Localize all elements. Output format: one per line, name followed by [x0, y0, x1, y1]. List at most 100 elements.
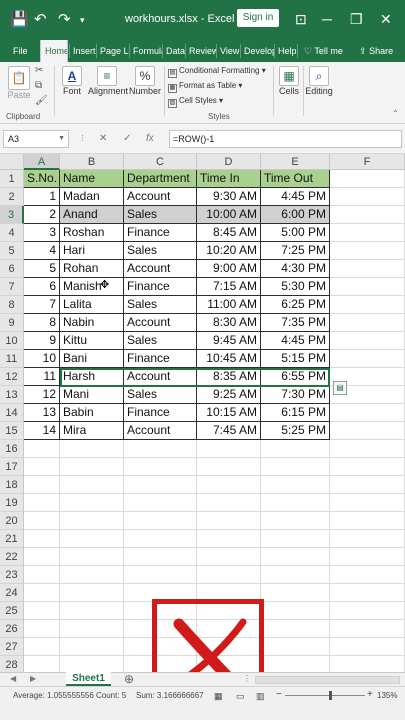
- row-header-9[interactable]: 9: [0, 314, 24, 332]
- cell-a28[interactable]: [24, 656, 60, 672]
- redo-icon[interactable]: ↷: [58, 12, 71, 28]
- cell-d21[interactable]: [197, 530, 261, 548]
- row-header-5[interactable]: 5: [0, 242, 24, 260]
- row-header-28[interactable]: 28: [0, 656, 24, 672]
- cell-b20[interactable]: [60, 512, 124, 530]
- cut-icon[interactable]: ✂: [35, 65, 43, 76]
- column-header-b[interactable]: B: [60, 154, 124, 170]
- row-header-16[interactable]: 16: [0, 440, 24, 458]
- cell-e24[interactable]: [261, 584, 330, 602]
- row-header-21[interactable]: 21: [0, 530, 24, 548]
- cell-c4[interactable]: Finance: [124, 224, 197, 242]
- cell-d13[interactable]: 9:25 AM: [197, 386, 261, 404]
- tell-me-search[interactable]: ♡ Tell me: [300, 40, 346, 62]
- cell-styles-button[interactable]: ▨ Cell Styles ▾: [168, 96, 223, 108]
- cell-f5[interactable]: [330, 242, 405, 260]
- cell-a17[interactable]: [24, 458, 60, 476]
- row-header-27[interactable]: 27: [0, 638, 24, 656]
- row-header-8[interactable]: 8: [0, 296, 24, 314]
- cell-e14[interactable]: 6:15 PM: [261, 404, 330, 422]
- cell-a13[interactable]: 12: [24, 386, 60, 404]
- cell-f14[interactable]: [330, 404, 405, 422]
- cell-f2[interactable]: [330, 188, 405, 206]
- cell-e5[interactable]: 7:25 PM: [261, 242, 330, 260]
- cell-a8[interactable]: 7: [24, 296, 60, 314]
- cell-a14[interactable]: 13: [24, 404, 60, 422]
- cell-c1[interactable]: Department: [124, 170, 197, 188]
- cell-f22[interactable]: [330, 548, 405, 566]
- cell-b18[interactable]: [60, 476, 124, 494]
- cell-a25[interactable]: [24, 602, 60, 620]
- cell-d4[interactable]: 8:45 AM: [197, 224, 261, 242]
- cell-e25[interactable]: [261, 602, 330, 620]
- cell-d8[interactable]: 11:00 AM: [197, 296, 261, 314]
- cell-b22[interactable]: [60, 548, 124, 566]
- zoom-level[interactable]: 135%: [377, 691, 397, 700]
- cell-d10[interactable]: 9:45 AM: [197, 332, 261, 350]
- column-header-a[interactable]: A: [24, 154, 60, 170]
- cell-c13[interactable]: Sales: [124, 386, 197, 404]
- cancel-icon[interactable]: ✕: [99, 133, 107, 145]
- cell-b28[interactable]: [60, 656, 124, 672]
- zoom-out-icon[interactable]: −: [276, 689, 282, 700]
- quick-analysis-icon[interactable]: ▤: [333, 381, 347, 395]
- cell-e19[interactable]: [261, 494, 330, 512]
- cell-a7[interactable]: 6: [24, 278, 60, 296]
- page-break-view-icon[interactable]: ▥: [256, 691, 265, 702]
- minimize-icon[interactable]: ─: [322, 11, 332, 27]
- cell-b16[interactable]: [60, 440, 124, 458]
- row-header-18[interactable]: 18: [0, 476, 24, 494]
- column-header-f[interactable]: F: [330, 154, 405, 170]
- row-header-24[interactable]: 24: [0, 584, 24, 602]
- insert-function-icon[interactable]: fx: [146, 133, 154, 145]
- cell-f24[interactable]: [330, 584, 405, 602]
- cell-a16[interactable]: [24, 440, 60, 458]
- cell-b4[interactable]: Roshan: [60, 224, 124, 242]
- tab-developer[interactable]: Develop: [240, 40, 274, 62]
- name-box[interactable]: A3 ▼: [3, 130, 69, 148]
- cell-b10[interactable]: Kittu: [60, 332, 124, 350]
- cell-a15[interactable]: 14: [24, 422, 60, 440]
- cell-c2[interactable]: Account: [124, 188, 197, 206]
- cell-a22[interactable]: [24, 548, 60, 566]
- cell-d22[interactable]: [197, 548, 261, 566]
- collapse-ribbon-icon[interactable]: ⌃: [392, 109, 399, 118]
- zoom-in-icon[interactable]: +: [367, 689, 373, 700]
- tab-page-layout[interactable]: Page La: [96, 40, 129, 62]
- cell-a19[interactable]: [24, 494, 60, 512]
- row-header-10[interactable]: 10: [0, 332, 24, 350]
- cell-d18[interactable]: [197, 476, 261, 494]
- cell-a21[interactable]: [24, 530, 60, 548]
- cell-d3[interactable]: 10:00 AM: [197, 206, 261, 224]
- cell-f7[interactable]: [330, 278, 405, 296]
- cell-c20[interactable]: [124, 512, 197, 530]
- number-button[interactable]: % Number: [129, 66, 161, 96]
- worksheet-grid[interactable]: ABCDEF 1 2 3 4 5 6 7 8 9 10 11 12 13 14 15 16 17 18 19 20 21…: [0, 154, 405, 672]
- cell-c21[interactable]: [124, 530, 197, 548]
- cell-c10[interactable]: Sales: [124, 332, 197, 350]
- cell-f17[interactable]: [330, 458, 405, 476]
- enter-icon[interactable]: ✓: [123, 133, 131, 145]
- save-icon[interactable]: 💾: [10, 12, 29, 28]
- cell-a10[interactable]: 9: [24, 332, 60, 350]
- column-header-c[interactable]: C: [124, 154, 197, 170]
- zoom-slider-thumb[interactable]: [329, 691, 332, 700]
- cell-a2[interactable]: 1: [24, 188, 60, 206]
- row-header-23[interactable]: 23: [0, 566, 24, 584]
- tab-data[interactable]: Data: [162, 40, 185, 62]
- cell-c18[interactable]: [124, 476, 197, 494]
- cell-b21[interactable]: [60, 530, 124, 548]
- cell-c22[interactable]: [124, 548, 197, 566]
- cell-b13[interactable]: Mani: [60, 386, 124, 404]
- cell-e22[interactable]: [261, 548, 330, 566]
- tab-help[interactable]: Help: [274, 40, 297, 62]
- cell-a4[interactable]: 3: [24, 224, 60, 242]
- cell-c16[interactable]: [124, 440, 197, 458]
- cell-f20[interactable]: [330, 512, 405, 530]
- cell-b25[interactable]: [60, 602, 124, 620]
- cell-d5[interactable]: 10:20 AM: [197, 242, 261, 260]
- cell-d23[interactable]: [197, 566, 261, 584]
- cell-e9[interactable]: 7:35 PM: [261, 314, 330, 332]
- cell-d6[interactable]: 9:00 AM: [197, 260, 261, 278]
- cell-f28[interactable]: [330, 656, 405, 672]
